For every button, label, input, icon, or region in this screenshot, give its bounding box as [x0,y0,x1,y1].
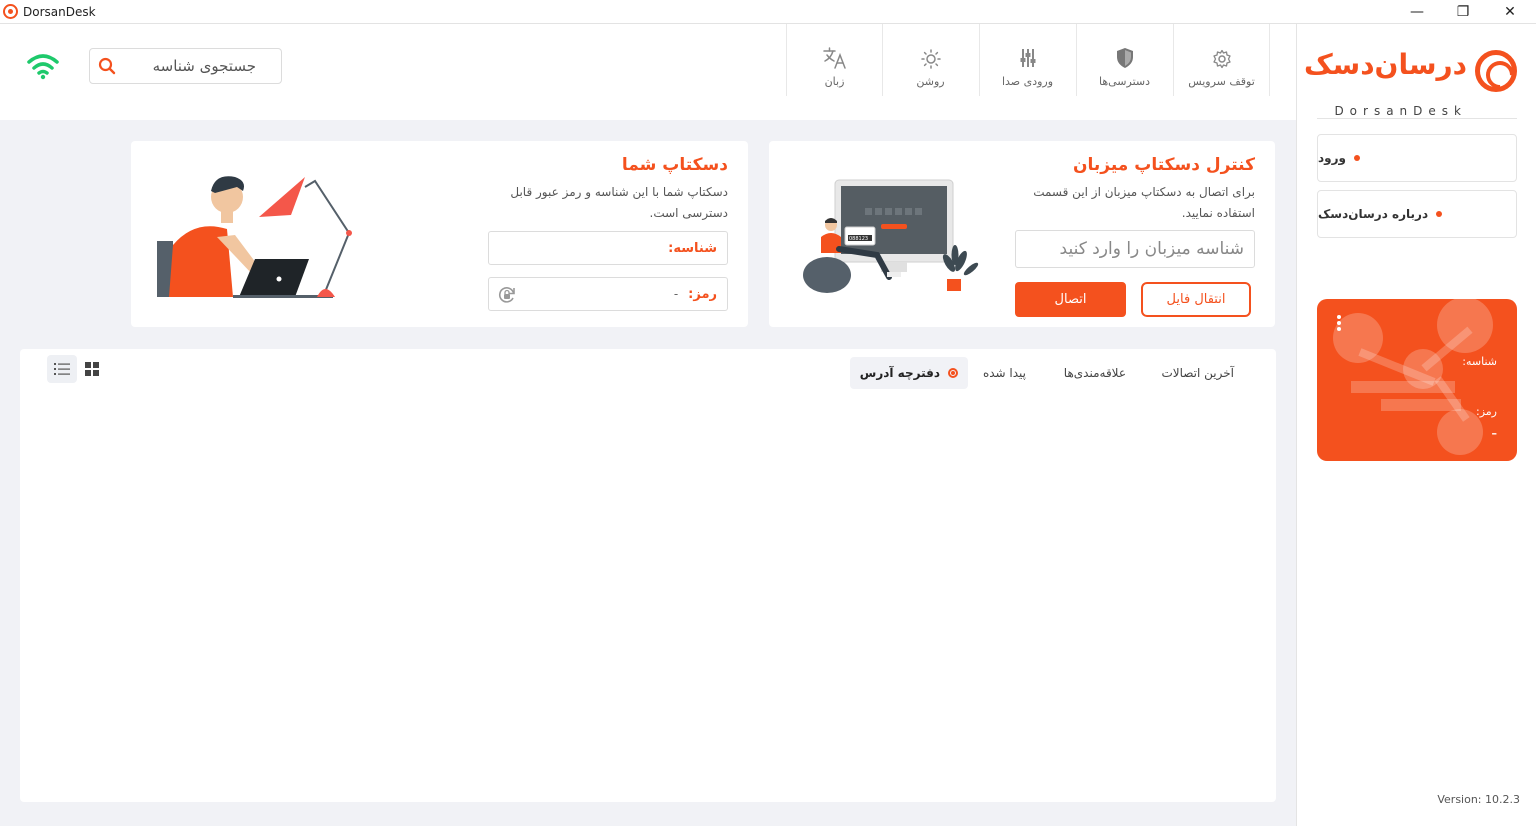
host-control-card: کنترل دسکتاپ میزبان برای اتصال به دسکتاپ… [769,141,1275,327]
connections-panel: آخرین اتصالات علاقه‌مندی‌ها پیدا شده دفت… [20,349,1276,802]
list-icon [54,363,70,375]
card-password-value: – [1491,427,1498,440]
close-button[interactable]: ✕ [1487,0,1533,24]
tab-discovered[interactable]: پیدا شده [983,357,1026,389]
tab-recent-connections[interactable]: آخرین اتصالات [1161,357,1234,389]
id-card: شناسه: رمز: – [1317,299,1517,461]
stop-service-label: توقف سرویس [1188,75,1255,88]
language-button[interactable]: زبان [786,24,882,96]
translate-icon [822,47,846,69]
host-id-input[interactable] [1015,230,1255,268]
audio-input-label: ورودی صدا [1001,75,1054,88]
tab-address-book[interactable]: دفترچه آدرس [849,357,968,389]
your-id-label: شناسه: [668,240,717,256]
active-tab-indicator-icon [948,368,958,378]
brand-name-fa: درسان‌دسک [1303,48,1468,81]
tab-recent-connections-label: آخرین اتصالات [1161,366,1234,380]
top-toolbar: توقف سرویس دسترسی‌ها ورودی صدا [0,24,1296,120]
file-transfer-button[interactable]: انتقال فایل [1141,282,1251,317]
tab-discovered-label: پیدا شده [982,366,1026,380]
permissions-label: دسترسی‌ها [1098,75,1151,88]
grid-view-button[interactable] [77,355,107,383]
search-box[interactable] [89,48,282,84]
search-input[interactable] [116,57,256,75]
audio-input-button[interactable]: ورودی صدا [979,24,1075,96]
restore-button[interactable]: ❐ [1440,0,1486,24]
sliders-icon [1020,49,1035,67]
brand-name-en: DorsanDesk [1334,104,1467,118]
your-desktop-card: دسکتاپ شما دسکتاپ شما با این شناسه و رمز… [131,141,748,327]
brand-logo: درسان‌دسک DorsanDesk [1304,48,1517,120]
app-logo-icon [3,4,18,19]
permissions-button[interactable]: دسترسی‌ها [1076,24,1172,96]
dorsandesk-logo-icon [1475,50,1517,92]
sidebar-item-about-label: درباره درسان‌دسک [1318,207,1429,221]
host-control-title: کنترل دسکتاپ میزبان [1073,155,1255,175]
title-bar: DorsanDesk — ❐ ✕ [0,0,1536,24]
sidebar-item-login-label: ورود [1318,151,1346,165]
wifi-icon [27,54,59,80]
your-desktop-description: دسکتاپ شما با این شناسه و رمز عبور قابل … [510,185,728,220]
your-id-field: شناسه: [488,231,728,265]
light-theme-label: روشن [916,75,945,88]
connect-button[interactable]: اتصال [1015,282,1126,317]
sidebar-item-about[interactable]: درباره درسان‌دسک [1317,190,1517,238]
your-password-field: رمز: - [488,277,728,311]
gear-icon [1212,49,1231,69]
your-desktop-title: دسکتاپ شما [621,155,728,175]
stop-service-button[interactable]: توقف سرویس [1173,24,1269,96]
tab-favorites-label: علاقه‌مندی‌ها [1063,366,1126,380]
tab-address-book-label: دفترچه آدرس [859,366,940,380]
illustration-code: 088123 [849,236,868,242]
your-password-value: - [673,287,679,301]
card-password-label: رمز: [1476,405,1497,418]
grid-icon [85,362,99,376]
bullet-icon [1353,155,1360,161]
right-sidebar: درسان‌دسک DorsanDesk ورود درباره درسان‌د… [1296,24,1536,826]
host-illustration: 088123 [803,179,979,293]
desktop-illustration [157,176,352,298]
your-password-label: رمز: [688,286,717,302]
minimize-button[interactable]: — [1394,0,1440,24]
window-title: DorsanDesk [23,4,96,19]
sidebar-item-login[interactable]: ورود [1317,134,1517,182]
sun-icon [920,49,941,69]
language-label: زبان [824,75,845,88]
shield-icon [1116,48,1133,68]
card-id-label: شناسه: [1462,355,1497,368]
version-label: Version: 10.2.3 [1437,793,1520,806]
refresh-password-icon[interactable] [497,285,517,305]
tab-favorites[interactable]: علاقه‌مندی‌ها [1064,357,1126,389]
bullet-icon [1436,211,1443,217]
list-view-button[interactable] [47,355,77,383]
light-theme-button[interactable]: روشن [882,24,978,96]
host-control-description: برای اتصال به دسکتاپ میزبان از این قسمت … [1033,185,1255,220]
card-menu-icon[interactable] [1337,315,1341,333]
search-icon[interactable] [98,57,116,75]
